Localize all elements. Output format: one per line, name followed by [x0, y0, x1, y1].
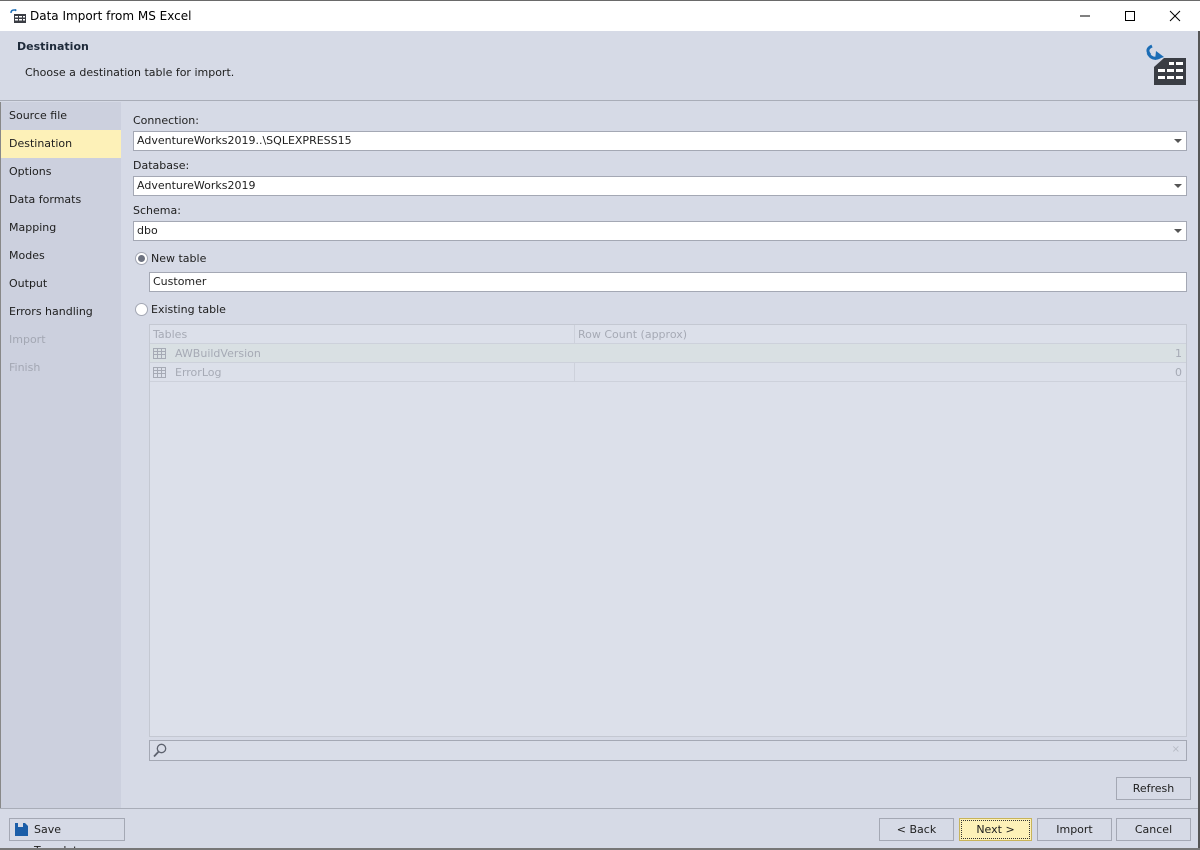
destination-panel: Connection: AdventureWorks2019..\SQLEXPR… [121, 102, 1198, 808]
column-header-row-count[interactable]: Row Count (approx) [578, 328, 687, 341]
table-name: ErrorLog [175, 366, 222, 379]
table-row[interactable]: ErrorLog 0 [150, 363, 1186, 382]
database-value: AdventureWorks2019 [137, 179, 256, 192]
step-options[interactable]: Options [1, 158, 121, 186]
connection-dropdown[interactable]: AdventureWorks2019..\SQLEXPRESS15 [133, 131, 1187, 151]
connection-value: AdventureWorks2019..\SQLEXPRESS15 [137, 134, 352, 147]
save-template-label: Save Template... [34, 823, 95, 850]
cancel-button[interactable]: Cancel [1116, 818, 1191, 841]
row-count: 0 [1175, 366, 1182, 379]
connection-label: Connection: [133, 114, 199, 127]
minimize-icon [1080, 15, 1090, 17]
step-import: Import [9, 333, 46, 346]
database-label: Database: [133, 159, 190, 172]
page-subtitle: Choose a destination table for import. [25, 66, 235, 79]
close-button[interactable] [1152, 1, 1198, 31]
wizard-steps-sidebar: Source file Destination Options Data for… [0, 102, 121, 808]
step-output[interactable]: Output [1, 270, 121, 298]
schema-label: Schema: [133, 204, 181, 217]
step-destination[interactable]: Destination [1, 130, 121, 158]
chevron-down-icon [1174, 184, 1182, 188]
table-icon [153, 367, 166, 378]
step-errors-handling[interactable]: Errors handling [1, 298, 121, 326]
row-count: 1 [1175, 347, 1182, 360]
refresh-label: Refresh [1132, 782, 1175, 795]
close-icon [1169, 10, 1181, 22]
maximize-icon [1125, 11, 1135, 21]
back-button[interactable]: < Back [879, 818, 954, 841]
minimize-button[interactable] [1062, 1, 1108, 31]
step-mapping[interactable]: Mapping [1, 214, 121, 242]
step-modes[interactable]: Modes [1, 242, 121, 270]
table-icon [153, 348, 166, 359]
schema-dropdown[interactable]: dbo [133, 221, 1187, 241]
existing-table-radio[interactable] [135, 303, 148, 316]
window-title: Data Import from MS Excel [30, 9, 192, 23]
grid-header: Tables Row Count (approx) [150, 325, 1186, 344]
cancel-label: Cancel [1134, 823, 1173, 836]
title-bar: Data Import from MS Excel [0, 0, 1200, 31]
page-title: Destination [17, 40, 89, 53]
import-label: Import [1056, 823, 1093, 836]
save-template-button[interactable]: Save Template... [9, 818, 125, 850]
new-table-name-input[interactable]: Customer [149, 272, 1187, 292]
import-to-table-icon [1146, 44, 1186, 85]
existing-table-label[interactable]: Existing table [151, 303, 226, 316]
wizard-header: Destination Choose a destination table f… [0, 31, 1200, 101]
database-dropdown[interactable]: AdventureWorks2019 [133, 176, 1187, 196]
step-data-formats[interactable]: Data formats [1, 186, 121, 214]
import-button[interactable]: Import [1037, 818, 1112, 841]
table-row[interactable]: AWBuildVersion 1 [150, 344, 1186, 363]
step-finish: Finish [9, 361, 41, 374]
table-name: AWBuildVersion [175, 347, 261, 360]
search-icon [153, 743, 167, 758]
new-table-radio[interactable] [135, 252, 148, 265]
new-table-label[interactable]: New table [151, 252, 206, 265]
step-source-file[interactable]: Source file [1, 102, 121, 130]
column-header-tables[interactable]: Tables [153, 328, 187, 341]
refresh-button[interactable]: Refresh [1116, 777, 1191, 800]
maximize-button[interactable] [1107, 1, 1153, 31]
next-button[interactable]: Next > [959, 818, 1032, 841]
tables-search-input[interactable]: × [149, 740, 1187, 761]
schema-value: dbo [137, 224, 158, 237]
back-label: < Back [896, 823, 937, 836]
chevron-down-icon [1174, 229, 1182, 233]
save-icon [15, 823, 28, 836]
table-import-icon [10, 9, 26, 23]
chevron-down-icon [1174, 139, 1182, 143]
existing-tables-grid: Tables Row Count (approx) AWBuildVersion… [149, 324, 1187, 737]
next-label: Next > [976, 823, 1015, 836]
clear-search-icon[interactable]: × [1172, 744, 1180, 755]
wizard-footer: Save Template... < Back Next > Import Ca… [0, 808, 1200, 850]
